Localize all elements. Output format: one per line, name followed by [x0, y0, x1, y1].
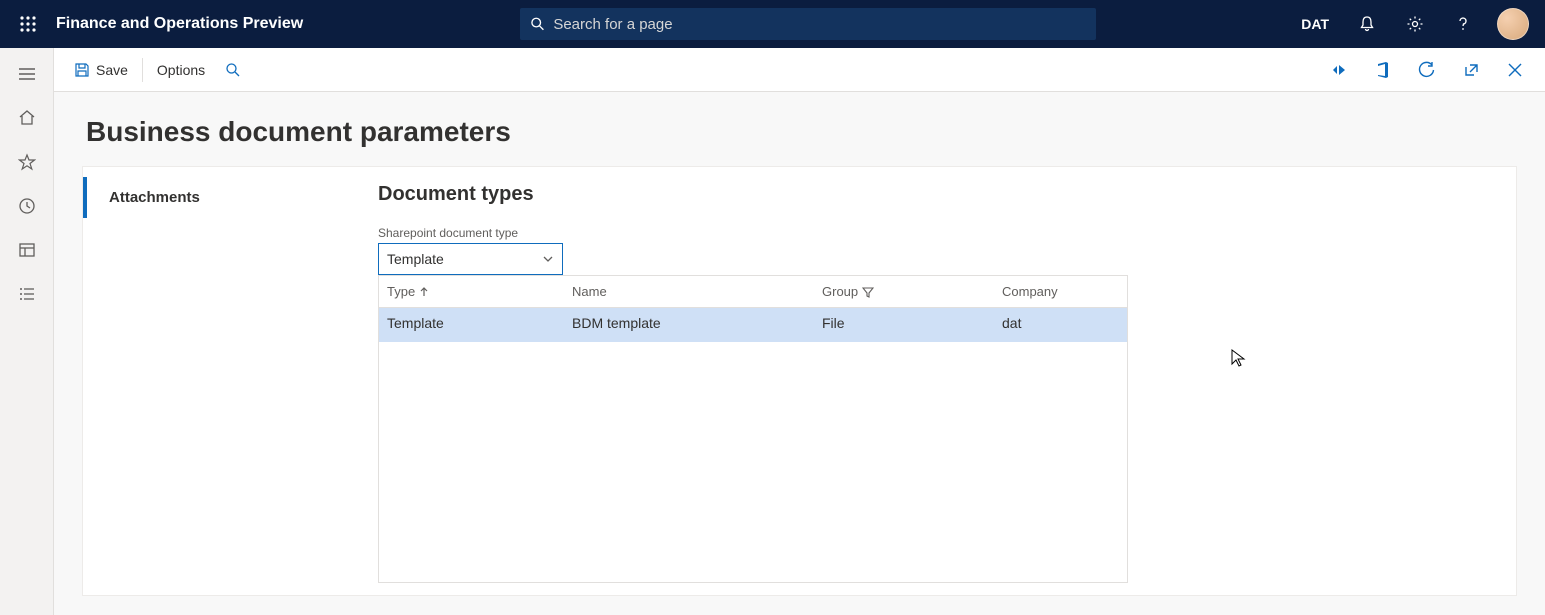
form-panel: Attachments Document types Sharepoint do… — [82, 166, 1517, 596]
tab-label: Attachments — [109, 189, 200, 206]
main-column: Document types Sharepoint document type … — [378, 167, 1516, 595]
save-icon — [74, 62, 90, 78]
workspace-icon — [18, 241, 36, 259]
power-apps-icon — [1330, 61, 1348, 79]
find-button[interactable] — [215, 48, 251, 92]
gear-icon — [1406, 15, 1424, 33]
bell-icon — [1358, 15, 1376, 33]
cell-type: Template — [379, 308, 564, 342]
tab-attachments[interactable]: Attachments — [83, 177, 378, 218]
waffle-icon — [20, 16, 36, 32]
chevron-down-icon — [542, 253, 554, 265]
help-button[interactable] — [1441, 0, 1485, 48]
options-label: Options — [157, 62, 205, 78]
legal-entity-badge[interactable]: DAT — [1289, 16, 1341, 32]
filter-icon — [862, 286, 874, 298]
doctype-grid: Type Name Group — [378, 275, 1128, 583]
save-button[interactable]: Save — [64, 48, 138, 92]
search-icon — [225, 62, 241, 78]
refresh-icon — [1418, 61, 1436, 79]
column-header-type[interactable]: Type — [379, 276, 564, 307]
combo-label: Sharepoint document type — [378, 226, 1504, 240]
content-area: Business document parameters Attachments… — [54, 92, 1545, 615]
clock-icon — [18, 197, 36, 215]
column-header-name[interactable]: Name — [564, 276, 814, 307]
settings-button[interactable] — [1393, 0, 1437, 48]
office-button[interactable] — [1363, 48, 1403, 92]
save-label: Save — [96, 62, 128, 78]
grid-header: Type Name Group — [379, 275, 1127, 308]
tabs-column: Attachments — [83, 167, 378, 595]
sort-asc-icon — [419, 287, 429, 297]
hamburger-icon — [18, 67, 36, 81]
grid-row[interactable]: Template BDM template File dat — [379, 308, 1127, 342]
star-icon — [18, 153, 36, 171]
command-bar: Save Options — [54, 48, 1545, 92]
home-button[interactable] — [0, 96, 54, 140]
notifications-button[interactable] — [1345, 0, 1389, 48]
column-header-group[interactable]: Group — [814, 276, 994, 307]
close-button[interactable] — [1495, 48, 1535, 92]
grid-empty-area — [379, 342, 1127, 582]
home-icon — [18, 109, 36, 127]
options-button[interactable]: Options — [147, 48, 215, 92]
search-icon — [530, 16, 545, 32]
sharepoint-doctype-combo[interactable]: Template — [378, 243, 563, 275]
office-icon — [1375, 61, 1391, 79]
column-header-company[interactable]: Company — [994, 276, 1124, 307]
power-apps-button[interactable] — [1319, 48, 1359, 92]
cell-group: File — [814, 308, 994, 342]
popout-button[interactable] — [1451, 48, 1491, 92]
global-search[interactable] — [520, 8, 1096, 40]
app-launcher-button[interactable] — [8, 0, 48, 48]
page-title: Business document parameters — [82, 116, 1517, 148]
app-title: Finance and Operations Preview — [56, 15, 303, 33]
list-icon — [18, 285, 36, 303]
cell-name: BDM template — [564, 308, 814, 342]
top-navbar: Finance and Operations Preview DAT — [0, 0, 1545, 48]
modules-button[interactable] — [0, 272, 54, 316]
favorites-button[interactable] — [0, 140, 54, 184]
popout-icon — [1462, 61, 1480, 79]
left-nav-rail — [0, 48, 54, 615]
close-icon — [1507, 62, 1523, 78]
workspaces-button[interactable] — [0, 228, 54, 272]
hamburger-button[interactable] — [0, 52, 54, 96]
question-icon — [1454, 15, 1472, 33]
section-title: Document types — [378, 183, 1504, 206]
recent-button[interactable] — [0, 184, 54, 228]
divider — [142, 58, 143, 82]
cell-company: dat — [994, 308, 1124, 342]
refresh-button[interactable] — [1407, 48, 1447, 92]
combo-value: Template — [387, 251, 444, 267]
user-avatar[interactable] — [1497, 8, 1529, 40]
global-search-input[interactable] — [553, 16, 1086, 33]
